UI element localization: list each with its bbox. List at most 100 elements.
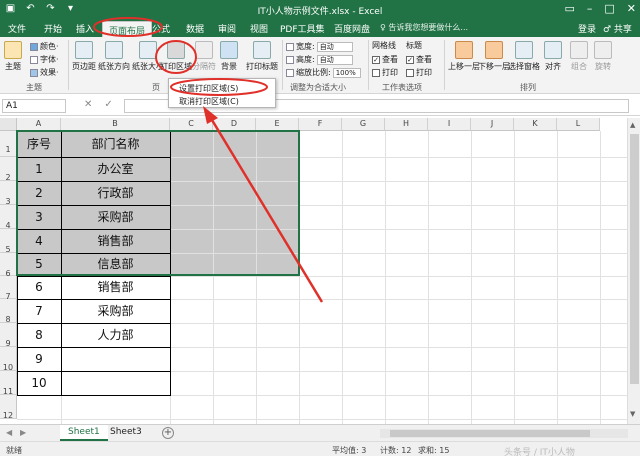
group-button[interactable]: 组合 (570, 41, 588, 72)
fonts-button[interactable]: 字体· (30, 54, 59, 65)
ribbon-options-icon[interactable]: ▭ (564, 2, 574, 15)
tab-insert[interactable]: 插入 (76, 22, 94, 35)
row-header[interactable]: 7 (0, 276, 17, 301)
table-cell[interactable]: 6 (17, 276, 61, 299)
sheet-prev-icon[interactable]: ◀ (6, 428, 12, 437)
table-cell[interactable]: 信息部 (61, 253, 170, 276)
orientation-button[interactable]: 纸张方向 (98, 41, 130, 72)
menu-set-print-area[interactable]: 设置打印区域(S) (179, 83, 238, 94)
column-header[interactable]: D (213, 118, 256, 131)
cancel-icon[interactable]: ✕ (84, 99, 92, 110)
horizontal-scroll-thumb[interactable] (390, 430, 590, 437)
selection-pane-button[interactable]: 选择窗格 (508, 41, 540, 72)
tab-view[interactable]: 视图 (250, 22, 268, 35)
background-button[interactable]: 背景 (220, 41, 238, 72)
name-box[interactable]: A1 (2, 99, 66, 113)
share-button[interactable]: ♂ 共享 (603, 22, 632, 35)
scroll-thumb[interactable] (630, 134, 639, 384)
table-cell[interactable]: 采购部 (61, 205, 170, 229)
sheet-tab-sheet1[interactable]: Sheet1 (60, 425, 108, 441)
table-cell[interactable]: 8 (17, 323, 61, 347)
close-icon[interactable]: ✕ (627, 2, 636, 15)
vertical-scrollbar[interactable]: ▲ ▼ (627, 118, 640, 424)
column-header[interactable]: A (17, 118, 61, 131)
tab-baidu[interactable]: 百度网盘 (334, 22, 370, 35)
print-area-button[interactable]: 打印区域 (160, 41, 192, 72)
column-header[interactable]: H (385, 118, 428, 131)
themes-button[interactable]: 主题 (4, 41, 22, 72)
column-header[interactable]: E (256, 118, 299, 131)
select-all-corner[interactable] (0, 118, 17, 131)
table-cell[interactable]: 人力部 (61, 323, 170, 347)
column-header[interactable]: G (342, 118, 385, 131)
table-cell[interactable]: 9 (17, 347, 61, 371)
table-cell[interactable]: 1 (17, 157, 61, 181)
minimize-icon[interactable]: – (587, 2, 593, 15)
tell-me-search[interactable]: ♀ 告诉我您想要做什么... (380, 22, 468, 33)
table-cell[interactable]: 5 (17, 253, 61, 276)
tab-page-layout[interactable]: 页面布局 (102, 21, 153, 37)
column-header[interactable]: J (471, 118, 514, 131)
bring-forward-button[interactable]: 上移一层 (448, 41, 480, 72)
table-cell[interactable] (61, 347, 170, 371)
table-cell[interactable]: 办公室 (61, 157, 170, 181)
send-backward-button[interactable]: 下移一层 (478, 41, 510, 72)
table-cell[interactable]: 3 (17, 205, 61, 229)
effects-button[interactable]: 效果· (30, 67, 59, 78)
row-header[interactable]: 4 (0, 205, 17, 230)
view-gridlines-checkbox[interactable]: ✓ 查看 (372, 54, 398, 65)
row-header[interactable]: 12 (0, 395, 17, 420)
column-header[interactable]: F (299, 118, 342, 131)
row-header[interactable]: 6 (0, 253, 17, 278)
table-header-cell[interactable]: 序号 (17, 131, 61, 157)
table-cell[interactable]: 4 (17, 229, 61, 253)
column-header[interactable]: I (428, 118, 471, 131)
table-cell[interactable]: 行政部 (61, 181, 170, 205)
print-headings-checkbox[interactable]: 打印 (406, 67, 432, 78)
sheet-next-icon[interactable]: ▶ (20, 428, 26, 437)
align-button[interactable]: 对齐 (544, 41, 562, 72)
tab-formulas[interactable]: 公式 (152, 22, 170, 35)
breaks-button[interactable]: 分隔符 (192, 41, 216, 72)
column-header[interactable]: B (61, 118, 170, 131)
table-cell[interactable]: 10 (17, 371, 61, 395)
row-header[interactable]: 10 (0, 347, 17, 372)
view-headings-checkbox[interactable]: ✓ 查看 (406, 54, 432, 65)
maximize-icon[interactable]: □ (604, 2, 614, 15)
row-header[interactable]: 3 (0, 181, 17, 206)
table-cell[interactable]: 7 (17, 299, 61, 323)
table-cell[interactable]: 2 (17, 181, 61, 205)
height-select[interactable]: 自动 (316, 54, 353, 65)
login-link[interactable]: 登录 (578, 22, 596, 35)
tab-review[interactable]: 审阅 (218, 22, 236, 35)
tab-pdf[interactable]: PDF工具集 (280, 22, 325, 35)
table-header-cell[interactable]: 部门名称 (61, 131, 170, 157)
table-cell[interactable]: 采购部 (61, 299, 170, 323)
menu-clear-print-area[interactable]: 取消打印区域(C) (179, 96, 239, 107)
row-header[interactable]: 8 (0, 299, 17, 324)
scroll-down-icon[interactable]: ▼ (630, 410, 635, 418)
enter-icon[interactable]: ✓ (104, 99, 112, 110)
tab-data[interactable]: 数据 (186, 22, 204, 35)
print-gridlines-checkbox[interactable]: 打印 (372, 67, 398, 78)
rotate-button[interactable]: 旋转 (594, 41, 612, 72)
width-select[interactable]: 自动 (316, 41, 353, 52)
tab-file[interactable]: 文件 (8, 22, 26, 35)
tab-home[interactable]: 开始 (44, 22, 62, 35)
row-header[interactable]: 11 (0, 371, 17, 396)
row-header[interactable]: 1 (0, 131, 17, 157)
column-header[interactable]: K (514, 118, 557, 131)
sheet-tab-sheet3[interactable]: Sheet3 (102, 425, 150, 441)
colors-button[interactable]: 颜色· (30, 41, 59, 52)
column-header[interactable]: L (557, 118, 600, 131)
row-header[interactable]: 5 (0, 229, 17, 254)
table-cell[interactable] (61, 371, 170, 395)
row-header[interactable]: 2 (0, 157, 17, 182)
row-header[interactable]: 9 (0, 323, 17, 348)
table-cell[interactable]: 销售部 (61, 276, 170, 299)
scale-spinner[interactable]: 100% (332, 67, 361, 78)
add-sheet-icon[interactable]: + (162, 427, 174, 439)
worksheet-grid[interactable]: ABCDEFGHIJKL 1 2 3 4 5 6 7 8 9 10 11 12 序号 部门名称 1 办公室 2… (0, 118, 640, 424)
column-header[interactable]: C (170, 118, 213, 131)
scroll-up-icon[interactable]: ▲ (630, 121, 635, 129)
